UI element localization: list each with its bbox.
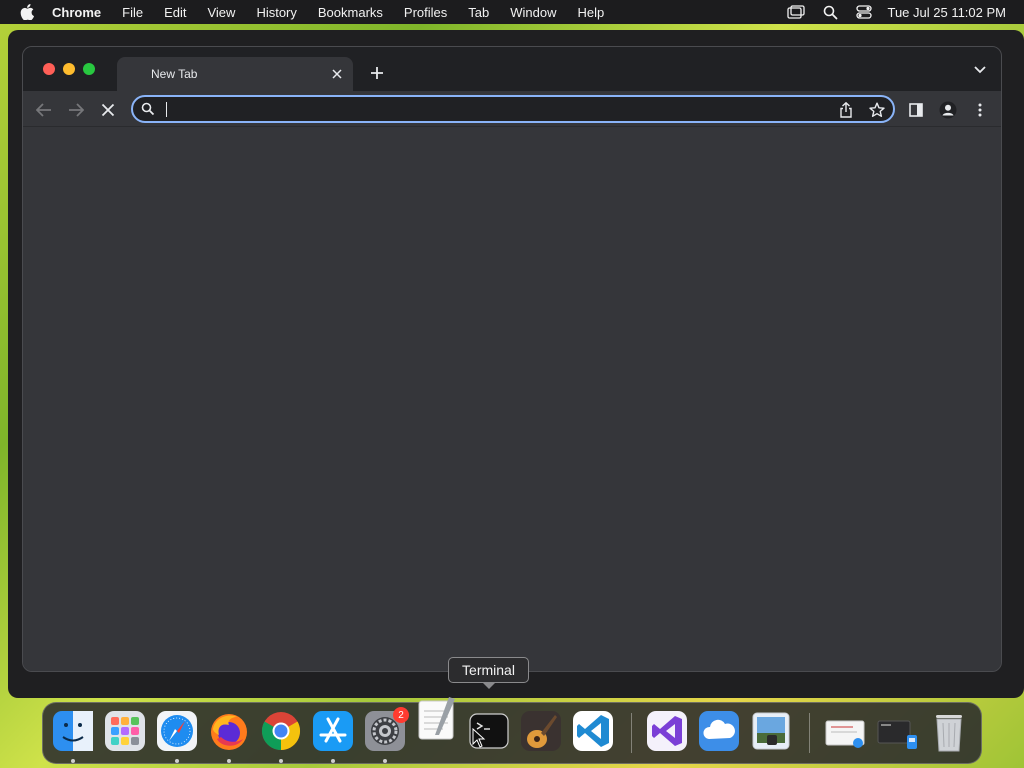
dock-icloud-icon[interactable]: [697, 709, 741, 753]
dock-launchpad-icon[interactable]: [103, 709, 147, 753]
tab-title: New Tab: [151, 67, 198, 81]
dock-visual-studio-icon[interactable]: [645, 709, 689, 753]
dock-separator-2: [809, 713, 810, 753]
tab-search-chevron-icon[interactable]: [971, 63, 989, 77]
dock-trash-icon[interactable]: [927, 709, 971, 753]
search-icon: [141, 102, 155, 116]
more-menu-icon[interactable]: [969, 99, 991, 121]
dock-firefox-icon[interactable]: [207, 709, 251, 753]
safari-running-dot: [175, 759, 179, 763]
back-arrow-icon[interactable]: [33, 99, 55, 121]
menu-edit[interactable]: Edit: [164, 5, 186, 20]
dock-downloads-stack-icon[interactable]: [875, 709, 919, 753]
dock-separator: [631, 713, 632, 753]
text-caret: [166, 102, 167, 117]
share-icon[interactable]: [839, 101, 853, 118]
new-tab-plus-icon[interactable]: [367, 63, 387, 83]
tab-close-icon[interactable]: [329, 66, 345, 82]
app-store-running-dot: [331, 759, 335, 763]
dock-textedit-icon[interactable]: [415, 695, 459, 740]
forward-arrow-icon[interactable]: [65, 99, 87, 121]
system-settings-badge: 2: [393, 707, 409, 723]
apple-menu-icon[interactable]: [18, 3, 36, 21]
menu-window[interactable]: Window: [510, 5, 556, 20]
system-settings-running-dot: [383, 759, 387, 763]
chrome-window: New Tab: [22, 46, 1002, 672]
menu-view[interactable]: View: [207, 5, 235, 20]
side-panel-icon[interactable]: [905, 99, 927, 121]
dock-garageband-icon[interactable]: [519, 709, 563, 753]
tooltip-arrow: [482, 682, 496, 689]
window-maximize-button[interactable]: [83, 63, 95, 75]
menu-tab[interactable]: Tab: [468, 5, 489, 20]
dock-tooltip: Terminal: [448, 657, 529, 683]
dock-documents-stack-icon[interactable]: [823, 709, 867, 753]
menu-bar: Chrome File Edit View History Bookmarks …: [0, 0, 1024, 24]
menu-history[interactable]: History: [256, 5, 296, 20]
dock-app-store-icon[interactable]: [311, 709, 355, 753]
tab-new-tab[interactable]: New Tab: [117, 57, 353, 91]
menu-help[interactable]: Help: [578, 5, 605, 20]
page-content: [23, 127, 1001, 671]
address-input[interactable]: [163, 99, 803, 119]
dock: 2: [42, 697, 982, 764]
bookmark-star-icon[interactable]: [869, 102, 885, 118]
spotlight-search-icon[interactable]: [813, 0, 847, 24]
screen-mirroring-icon[interactable]: [779, 0, 813, 24]
mouse-cursor-icon: [472, 727, 486, 748]
control-center-icon[interactable]: [847, 0, 881, 24]
menu-file[interactable]: File: [122, 5, 143, 20]
finder-running-dot: [71, 759, 75, 763]
dock-vscode-icon[interactable]: [571, 709, 615, 753]
menu-app-name[interactable]: Chrome: [52, 5, 101, 20]
menu-bookmarks[interactable]: Bookmarks: [318, 5, 383, 20]
tooltip-text: Terminal: [462, 662, 515, 678]
menu-profiles[interactable]: Profiles: [404, 5, 447, 20]
browser-toolbar: [23, 91, 1001, 127]
stop-loading-icon[interactable]: [97, 99, 119, 121]
address-bar[interactable]: [131, 95, 895, 123]
window-close-button[interactable]: [43, 63, 55, 75]
window-minimize-button[interactable]: [63, 63, 75, 75]
chrome-running-dot: [279, 759, 283, 763]
tab-strip: New Tab: [23, 47, 1001, 91]
dock-safari-icon[interactable]: [155, 709, 199, 753]
firefox-running-dot: [227, 759, 231, 763]
dock-chrome-icon[interactable]: [259, 709, 303, 753]
dock-preview-icon[interactable]: [749, 709, 793, 753]
profile-avatar-icon[interactable]: [937, 99, 959, 121]
dock-finder-icon[interactable]: [51, 709, 95, 753]
menubar-clock[interactable]: Tue Jul 25 11:02 PM: [887, 5, 1006, 20]
